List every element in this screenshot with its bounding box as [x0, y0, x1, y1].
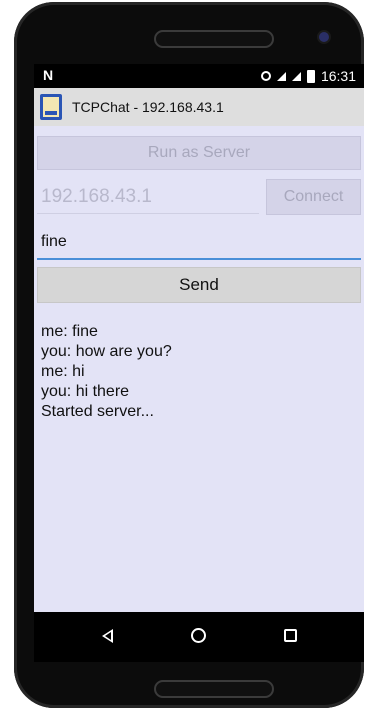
ip-address-field[interactable]	[37, 180, 259, 214]
app-titlebar: TCPChat - 192.168.43.1	[34, 88, 364, 126]
status-bar: N 16:31	[34, 64, 364, 88]
bottom-speaker	[154, 680, 274, 698]
log-line: me: fine	[41, 323, 98, 340]
app-icon	[40, 94, 62, 120]
front-camera	[319, 32, 329, 42]
connect-button[interactable]: Connect	[266, 179, 361, 215]
run-as-server-button[interactable]: Run as Server	[37, 136, 361, 170]
log-line: Started server...	[41, 403, 154, 420]
app-title: TCPChat - 192.168.43.1	[72, 99, 224, 115]
log-line: you: hi there	[41, 383, 130, 400]
recents-icon[interactable]	[284, 629, 297, 642]
log-line: you: how are you?	[41, 343, 172, 360]
battery-icon	[306, 69, 315, 83]
send-button[interactable]: Send	[37, 267, 361, 303]
navigation-bar	[34, 612, 364, 662]
status-time: 16:31	[320, 68, 356, 84]
signal-icon	[291, 71, 301, 81]
signal-icon	[276, 71, 286, 81]
home-icon[interactable]	[191, 628, 206, 643]
cast-icon	[260, 71, 271, 81]
app-content: Run as Server Connect Send me: fine you:…	[34, 126, 364, 612]
message-input[interactable]	[37, 226, 361, 260]
status-icons: 16:31	[260, 68, 356, 84]
earpiece-speaker	[154, 30, 274, 48]
n-icon: N	[43, 67, 54, 83]
back-icon[interactable]	[102, 629, 113, 643]
chat-log: me: fine you: how are you? me: hi you: h…	[41, 322, 357, 422]
phone-screen: N 16:31 TCPChat - 192.168.43.1 Run as Se…	[34, 64, 364, 662]
log-line: me: hi	[41, 363, 85, 380]
